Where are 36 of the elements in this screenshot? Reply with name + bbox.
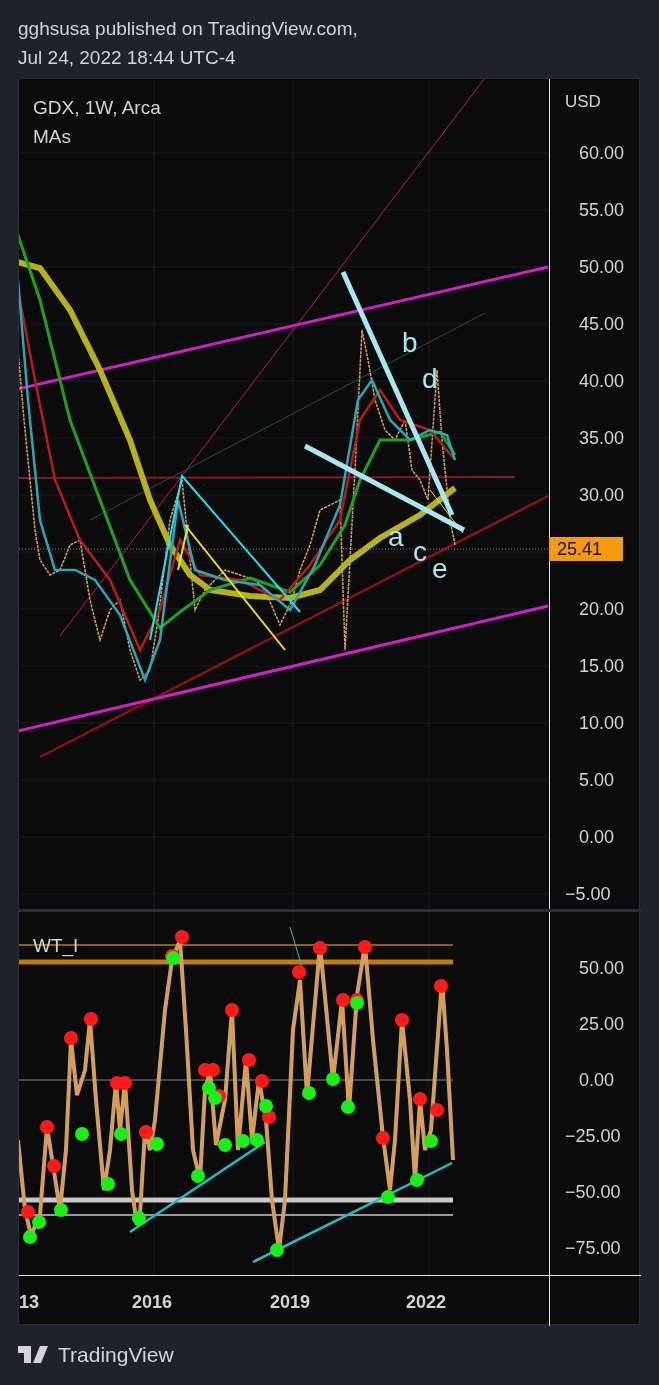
symbol-label: GDX, 1W, Arca (33, 96, 161, 120)
wave-label: b (402, 327, 418, 358)
publish-date: Jul 24, 2022 18:44 UTC-4 (18, 46, 237, 70)
wave-label: a (388, 521, 404, 552)
price-axis-label: −5.00 (565, 884, 611, 904)
oscillator-axis-label: 25.00 (579, 1014, 625, 1034)
wave-label: d (422, 363, 438, 394)
currency-label: USD (565, 91, 601, 113)
author-line: gghsusa published on TradingView.com, (18, 17, 359, 41)
oscillator-axis-label: −25.00 (565, 1126, 621, 1146)
trend-line (289, 926, 303, 968)
oscillator-axis-label: 50.00 (579, 958, 625, 978)
price-axis-label: 30.00 (579, 485, 625, 505)
price-axis-label: 45.00 (579, 314, 625, 334)
wave-label: e (432, 553, 448, 584)
price-axis-label: 15.00 (579, 656, 625, 676)
oscillator-axis-label: −50.00 (565, 1182, 621, 1202)
indicator-label: MAs (33, 125, 72, 149)
oscillator-axis-label: 0.00 (579, 1070, 615, 1090)
time-axis-label: 2016 (132, 1291, 173, 1314)
price-axis-label: 35.00 (579, 428, 625, 448)
price-axis-label: 5.00 (579, 770, 615, 790)
time-axis-label: 13 (19, 1291, 40, 1314)
price-axis-label: 10.00 (579, 713, 625, 733)
oscillator-axis-label: −75.00 (565, 1238, 621, 1258)
wave-label: c (413, 536, 427, 567)
price-axis-label: 55.00 (579, 200, 625, 220)
last-price-label: 25.41 (549, 537, 623, 561)
price-axis-label: 50.00 (579, 257, 625, 277)
brand-name: TradingView (58, 1342, 174, 1368)
price-axis-label: 0.00 (579, 827, 615, 847)
time-axis-label: 2022 (406, 1291, 447, 1314)
price-axis-label: 40.00 (579, 371, 625, 391)
time-axis-label: 2019 (270, 1291, 311, 1314)
price-axis-label: 20.00 (579, 599, 625, 619)
price-axis-label: 60.00 (579, 143, 625, 163)
